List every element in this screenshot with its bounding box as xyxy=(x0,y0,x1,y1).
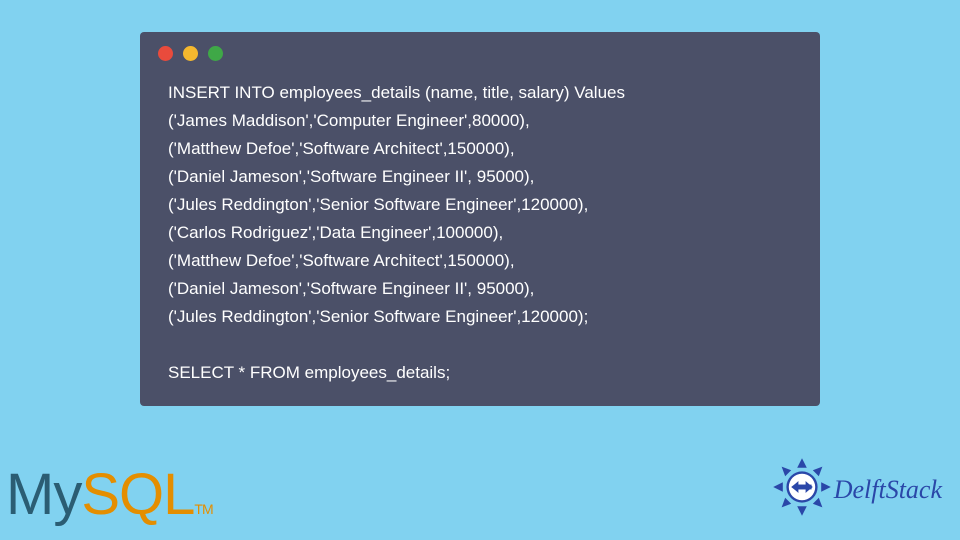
delftstack-logo: DelftStack xyxy=(772,457,942,522)
minimize-icon[interactable] xyxy=(183,46,198,61)
close-icon[interactable] xyxy=(158,46,173,61)
delftstack-icon xyxy=(772,457,832,522)
code-content: INSERT INTO employees_details (name, tit… xyxy=(140,71,820,388)
code-window: INSERT INTO employees_details (name, tit… xyxy=(140,32,820,406)
window-controls xyxy=(140,32,820,71)
mysql-sql-text: SQL xyxy=(81,462,194,527)
mysql-tm-text: TM xyxy=(194,501,212,517)
maximize-icon[interactable] xyxy=(208,46,223,61)
mysql-my-text: My xyxy=(6,462,81,527)
delftstack-text: DelftStack xyxy=(834,475,942,505)
mysql-logo: MySQLTM xyxy=(6,461,213,528)
